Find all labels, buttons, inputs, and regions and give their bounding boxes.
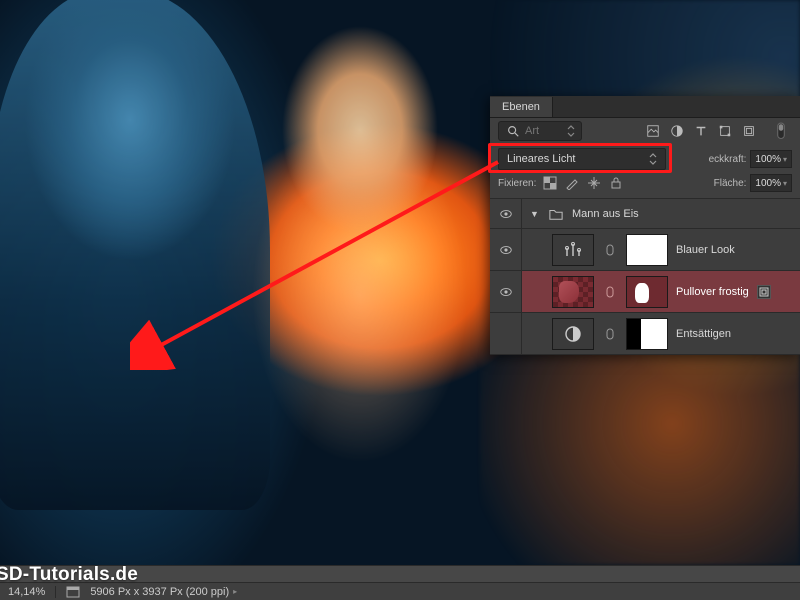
layer-group-row[interactable]: ▼ Mann aus Eis — [490, 199, 800, 229]
visibility-eye-icon[interactable] — [498, 206, 514, 222]
blend-opacity-row: Lineares Licht eckkraft: 100% ▾ — [490, 144, 800, 172]
status-bar: SD-Tutorials.de 14,14% 5906 Px x 3937 Px… — [0, 565, 800, 600]
chevron-right-icon: ▸ — [233, 587, 237, 596]
layers-list: ▼ Mann aus Eis Blauer Look Pull — [490, 199, 800, 355]
zoom-field[interactable]: 14,14% — [8, 586, 45, 598]
filter-smartobject-icon[interactable] — [740, 122, 758, 140]
visibility-eye-icon[interactable] — [498, 284, 514, 300]
opacity-field[interactable]: 100% ▾ — [750, 150, 792, 168]
layer-name-label[interactable]: Blauer Look — [676, 244, 735, 256]
filter-pixel-icon[interactable] — [644, 122, 662, 140]
filter-type-icon[interactable] — [692, 122, 710, 140]
chevron-down-icon: ▾ — [783, 155, 787, 164]
layer-row[interactable]: Blauer Look — [490, 229, 800, 271]
search-icon — [505, 123, 521, 139]
link-mask-icon[interactable] — [602, 326, 618, 342]
lock-fill-row: Fixieren: Fläche: 100% ▾ — [490, 172, 800, 199]
layer-row[interactable]: Entsättigen — [490, 313, 800, 355]
layer-name-label[interactable]: Entsättigen — [676, 328, 731, 340]
artwork-subject-center — [210, 20, 510, 520]
folder-icon — [548, 206, 564, 222]
chevron-updown-icon — [567, 123, 575, 139]
panel-menu-icon[interactable] — [784, 101, 800, 113]
document-icon — [66, 586, 80, 598]
blend-mode-value: Lineares Licht — [507, 153, 576, 165]
panel-tabbar: Ebenen — [490, 96, 800, 118]
visibility-eye-icon[interactable] — [498, 242, 514, 258]
chevron-updown-icon — [649, 151, 657, 167]
filter-shape-icon[interactable] — [716, 122, 734, 140]
filter-adjustment-icon[interactable] — [668, 122, 686, 140]
fill-field[interactable]: 100% ▾ — [750, 174, 792, 192]
adjustment-thumbnail[interactable] — [552, 318, 594, 350]
layer-mask-thumbnail[interactable] — [626, 234, 668, 266]
lock-pixels-icon[interactable] — [564, 175, 580, 191]
blend-mode-select[interactable]: Lineares Licht — [498, 148, 666, 170]
opacity-label: eckkraft: — [709, 154, 747, 165]
lock-all-icon[interactable] — [608, 175, 624, 191]
layers-tab[interactable]: Ebenen — [490, 97, 553, 117]
filter-toggle-switch[interactable] — [770, 122, 792, 140]
layers-panel: Ebenen Lineares Licht — [490, 96, 800, 355]
zoom-value: 14,14% — [8, 586, 45, 598]
adjustment-thumbnail[interactable] — [552, 234, 594, 266]
link-mask-icon[interactable] — [602, 242, 618, 258]
layer-filter-row — [490, 118, 800, 144]
watermark-text: SD-Tutorials.de — [0, 564, 138, 586]
lock-label: Fixieren: — [498, 178, 536, 189]
layer-thumbnail[interactable] — [552, 276, 594, 308]
link-mask-icon[interactable] — [602, 284, 618, 300]
opacity-value: 100% — [755, 154, 781, 165]
fill-value: 100% — [755, 178, 781, 189]
layer-name-label[interactable]: Pullover frostig — [676, 286, 749, 298]
fill-label: Fläche: — [714, 178, 747, 189]
document-dimensions[interactable]: 5906 Px x 3937 Px (200 ppi) ▸ — [90, 586, 237, 598]
layer-mask-thumbnail[interactable] — [626, 276, 668, 308]
disclosure-triangle-icon[interactable]: ▼ — [530, 209, 540, 219]
lock-position-icon[interactable] — [586, 175, 602, 191]
document-dimensions-value: 5906 Px x 3937 Px (200 ppi) — [90, 586, 229, 598]
lock-transparency-icon[interactable] — [542, 175, 558, 191]
layer-mask-thumbnail[interactable] — [626, 318, 668, 350]
layer-row-selected[interactable]: Pullover frostig — [490, 271, 800, 313]
smart-object-badge-icon — [757, 285, 771, 299]
layer-group-name[interactable]: Mann aus Eis — [572, 208, 639, 220]
chevron-down-icon: ▾ — [783, 179, 787, 188]
layer-kind-filter[interactable] — [498, 121, 582, 141]
layer-kind-filter-input[interactable] — [525, 125, 563, 137]
